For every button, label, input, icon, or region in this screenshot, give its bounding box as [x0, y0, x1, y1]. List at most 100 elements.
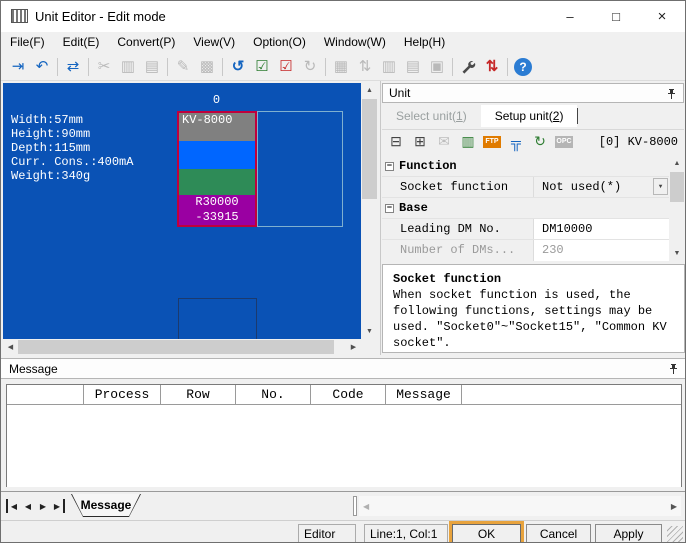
wrench-icon[interactable] — [456, 56, 480, 78]
menu-window[interactable]: Window(W) — [315, 32, 395, 53]
kb-paste-icon[interactable]: ▤ — [401, 56, 425, 78]
menu-file[interactable]: File(F) — [1, 32, 54, 53]
scroll-left-icon[interactable]: ◀ — [363, 502, 369, 511]
last-tab-icon[interactable]: ▶ — [51, 499, 65, 513]
grid-scroll-thumb[interactable] — [670, 172, 684, 202]
unit-canvas[interactable]: Width:57mm Height:90mm Depth:115mm Curr.… — [3, 83, 361, 339]
scroll-up-icon[interactable]: ▲ — [669, 156, 685, 171]
menu-edit[interactable]: Edit(E) — [54, 32, 109, 53]
pin-icon[interactable] — [666, 88, 677, 100]
splitter-handle[interactable] — [353, 496, 357, 516]
network-icon[interactable]: ╦ — [504, 132, 528, 152]
pin-icon[interactable] — [668, 363, 679, 375]
paste-icon[interactable]: ▤ — [140, 56, 164, 78]
property-value-input[interactable]: DM10000 — [534, 219, 669, 239]
collapse-all-icon[interactable]: ⊟ — [384, 132, 408, 152]
unit-monitor-icon[interactable]: ▥ — [456, 132, 480, 152]
property-value-dropdown[interactable]: Not used(*) ▼ — [534, 177, 669, 197]
expansion-slot-outline[interactable] — [178, 298, 257, 339]
tabrow-hscrollbar[interactable]: ◀ ▶ — [359, 496, 681, 516]
read-unit-icon[interactable]: ↶ — [30, 56, 54, 78]
unit-config-icon[interactable]: ▦ — [329, 56, 353, 78]
next-tab-icon[interactable]: ▶ — [36, 499, 50, 513]
menu-view[interactable]: View(V) — [184, 32, 244, 53]
collapse-group-icon[interactable]: − — [385, 204, 394, 213]
col-no[interactable]: No. — [236, 385, 311, 405]
resize-grip[interactable] — [667, 526, 683, 542]
unit-segment-cpu: KV-8000 — [179, 113, 255, 141]
prev-tab-icon[interactable]: ◀ — [21, 499, 35, 513]
col-process[interactable]: Process — [84, 385, 161, 405]
scroll-up-icon[interactable]: ▲ — [361, 83, 378, 98]
ftp-icon[interactable]: FTP — [480, 132, 504, 152]
scroll-down-icon[interactable]: ▼ — [669, 246, 685, 261]
expand-all-icon[interactable]: ⊞ — [408, 132, 432, 152]
cancel-button[interactable]: Cancel — [526, 524, 591, 543]
grid-vscrollbar[interactable]: ▲ ▼ — [669, 156, 685, 261]
dm-rly-convert-icon[interactable]: ↺ — [226, 56, 250, 78]
selected-unit-label: [0] KV-8000 — [599, 135, 684, 149]
menu-help[interactable]: Help(H) — [395, 32, 454, 53]
group-row-base[interactable]: − Base — [382, 198, 669, 219]
close-button[interactable]: × — [639, 1, 685, 32]
scroll-right-icon[interactable]: ▶ — [346, 339, 361, 355]
release-assign-icon[interactable]: ↻ — [298, 56, 322, 78]
copy-icon[interactable]: ▥ — [116, 56, 140, 78]
app-icon — [11, 9, 28, 23]
unit-reread-icon[interactable]: ⇅ — [353, 56, 377, 78]
mode-indicator: Editor — [298, 524, 356, 543]
empty-slot-outline[interactable] — [257, 111, 343, 227]
col-row[interactable]: Row — [161, 385, 236, 405]
menu-convert[interactable]: Convert(P) — [108, 32, 184, 53]
property-label[interactable]: Number of DMs... — [394, 240, 534, 261]
col-selector[interactable] — [7, 385, 84, 405]
opc-ua-icon[interactable]: OPC — [552, 132, 576, 152]
canvas-vscrollbar[interactable]: ▲ ▼ — [361, 83, 378, 339]
ok-button[interactable]: OK — [452, 524, 521, 543]
receive-unit-icon[interactable]: ⇥ — [6, 56, 30, 78]
vscroll-thumb[interactable] — [362, 99, 377, 199]
unit-transfer-icon[interactable]: ⇅ — [480, 56, 504, 78]
mail-icon[interactable]: ✉ — [432, 132, 456, 152]
col-code[interactable]: Code — [311, 385, 386, 405]
canvas-hscrollbar[interactable]: ◀ ▶ — [3, 339, 361, 355]
message-table-body[interactable] — [7, 405, 681, 487]
property-label[interactable]: Leading DM No. — [394, 219, 534, 239]
collapse-group-icon[interactable]: − — [385, 162, 394, 171]
first-tab-icon[interactable]: ◀ — [6, 499, 20, 513]
kb-copy-icon[interactable]: ▥ — [377, 56, 401, 78]
property-value-readonly: 230 — [534, 240, 669, 261]
tab-setup-unit[interactable]: Setup unit(2) — [481, 105, 578, 127]
copy-unit-page-icon[interactable]: ⇄ — [61, 56, 85, 78]
description-body: When socket function is used, the follow… — [393, 287, 674, 351]
group-row-function[interactable]: − Function — [382, 156, 669, 177]
scroll-right-icon[interactable]: ▶ — [671, 502, 677, 511]
chevron-down-icon[interactable]: ▼ — [653, 178, 668, 195]
tab-select-unit[interactable]: Select unit(1) — [382, 105, 481, 127]
property-row-leading-dm[interactable]: Leading DM No. DM10000 — [382, 219, 669, 240]
apply-button[interactable]: Apply — [595, 524, 662, 543]
tab-message[interactable]: Message — [71, 494, 141, 517]
rly-check-green-icon[interactable]: ☑ — [250, 56, 274, 78]
kl-setting-icon[interactable]: ▣ — [425, 56, 449, 78]
scroll-down-icon[interactable]: ▼ — [361, 324, 378, 339]
property-label[interactable]: Socket function — [394, 177, 534, 197]
property-row-socket-function[interactable]: Socket function Not used(*) ▼ — [382, 177, 669, 198]
scroll-left-icon[interactable]: ◀ — [3, 339, 18, 355]
col-message[interactable]: Message — [386, 385, 462, 405]
maximize-button[interactable]: □ — [593, 1, 639, 32]
col-filler — [462, 385, 681, 405]
unit-detail-icon[interactable]: ▩ — [195, 56, 219, 78]
edit-memo-icon[interactable]: ✎ — [171, 56, 195, 78]
cut-icon[interactable]: ✂ — [92, 56, 116, 78]
help-icon[interactable]: ? — [511, 56, 535, 78]
message-panel-title: Message — [9, 362, 58, 376]
unit-block-kv8000[interactable]: KV-8000 R30000 -33915 — [177, 111, 257, 227]
minimize-button[interactable]: – — [547, 1, 593, 32]
property-row-number-of-dms[interactable]: Number of DMs... 230 — [382, 240, 669, 261]
unit-sync-icon[interactable]: ↻ — [528, 132, 552, 152]
hscroll-thumb[interactable] — [18, 340, 334, 354]
rly-check-red-icon[interactable]: ☑ — [274, 56, 298, 78]
unit-segment-green — [179, 169, 255, 195]
menu-option[interactable]: Option(O) — [244, 32, 315, 53]
